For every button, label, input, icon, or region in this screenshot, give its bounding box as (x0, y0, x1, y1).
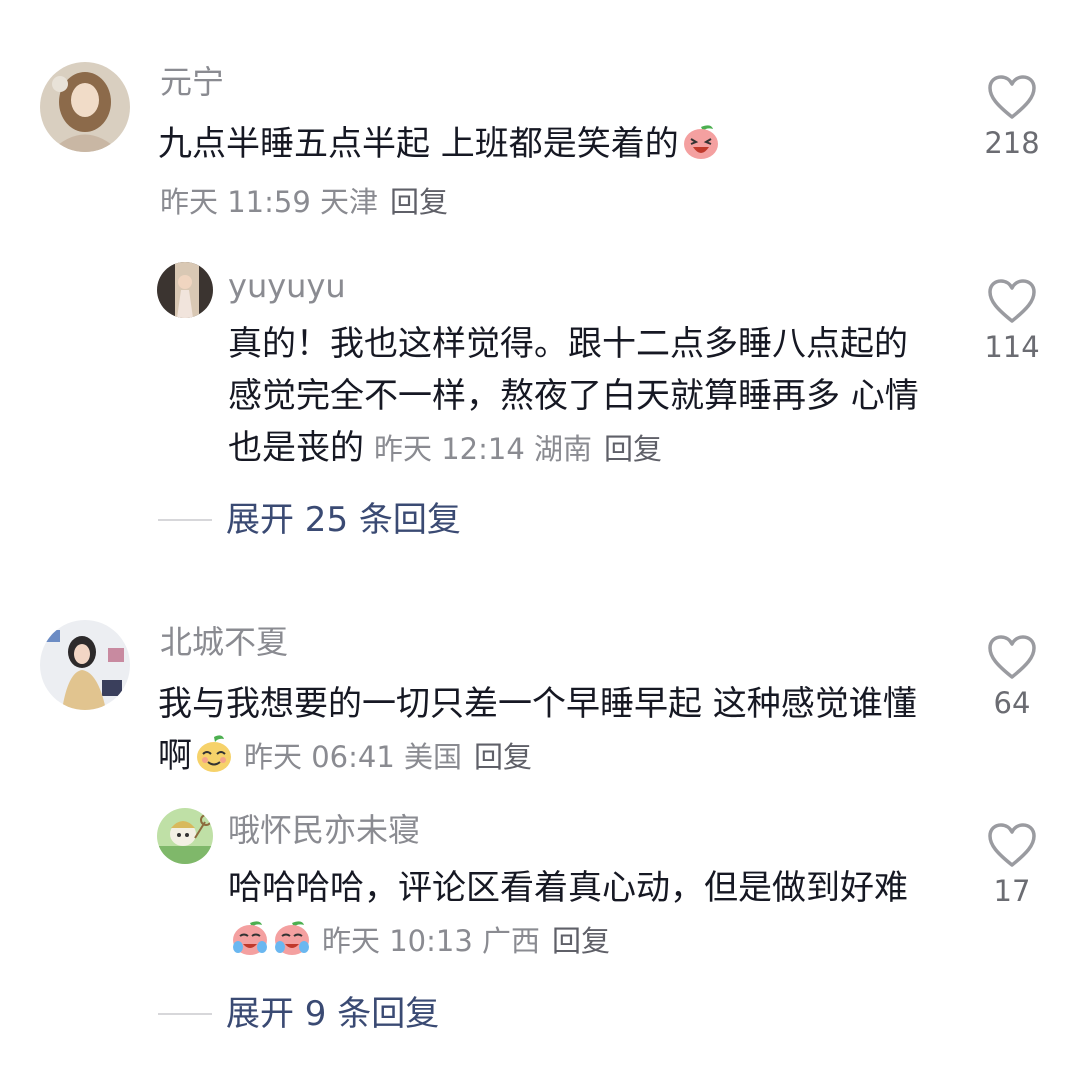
like-button[interactable]: 114 (972, 278, 1052, 364)
expand-replies-button[interactable]: 展开 9 条回复 (158, 992, 439, 1036)
like-count: 218 (984, 126, 1040, 160)
divider-line (158, 519, 212, 521)
smug-pear-emoji-icon (194, 733, 234, 773)
heart-outline-icon (988, 75, 1036, 119)
heart-outline-icon (988, 635, 1036, 679)
crying-peach-emoji-icon (230, 917, 270, 957)
expand-label[interactable]: 展开 25 条回复 (226, 498, 461, 542)
comment-text: 我与我想要的一切只差一个早睡早起 这种感觉谁懂啊 昨天 06:41 美国 回复 (158, 684, 917, 776)
expand-label[interactable]: 展开 9 条回复 (226, 992, 439, 1036)
comment-meta: 昨天 11:59 天津 回复 (160, 185, 449, 219)
reply-button[interactable]: 回复 (552, 924, 610, 958)
like-count: 114 (984, 330, 1040, 364)
like-button[interactable]: 17 (972, 822, 1052, 908)
heart-outline-icon (988, 823, 1036, 867)
reply-meta: 昨天 12:14 湖南 回复 (374, 432, 663, 466)
laughing-peach-emoji-icon (681, 121, 721, 161)
username[interactable]: 哦怀民亦未寝 (228, 810, 420, 850)
like-count: 64 (993, 686, 1031, 720)
reply-button[interactable]: 回复 (604, 432, 662, 466)
username[interactable]: 元宁 (160, 62, 224, 102)
reply-meta: 昨天 10:13 广西 回复 (322, 924, 611, 958)
like-count: 17 (993, 874, 1031, 908)
avatar[interactable] (40, 620, 130, 710)
reply-text: 哈哈哈哈，评论区看着真心动，但是做到好难 昨天 10:13 广西 回复 (228, 868, 908, 958)
comment-meta: 昨天 06:41 美国 回复 (244, 740, 533, 774)
expand-replies-button[interactable]: 展开 25 条回复 (158, 498, 461, 542)
reply-text: 真的！我也这样觉得。跟十二点多睡八点起的感觉完全不一样，熬夜了白天就算睡再多 心… (228, 324, 919, 468)
like-button[interactable]: 64 (972, 634, 1052, 720)
comment-text: 九点半睡五点半起 上班都是笑着的 (158, 118, 938, 170)
avatar[interactable] (157, 808, 213, 864)
divider-line (158, 1013, 212, 1015)
like-button[interactable]: 218 (972, 74, 1052, 160)
username[interactable]: 北城不夏 (160, 622, 288, 662)
crying-peach-emoji-icon (272, 917, 312, 957)
username[interactable]: yuyuyu (228, 266, 346, 306)
heart-outline-icon (988, 279, 1036, 323)
avatar[interactable] (40, 62, 130, 152)
avatar[interactable] (157, 262, 213, 318)
reply-button[interactable]: 回复 (390, 185, 448, 219)
reply-button[interactable]: 回复 (474, 740, 532, 774)
